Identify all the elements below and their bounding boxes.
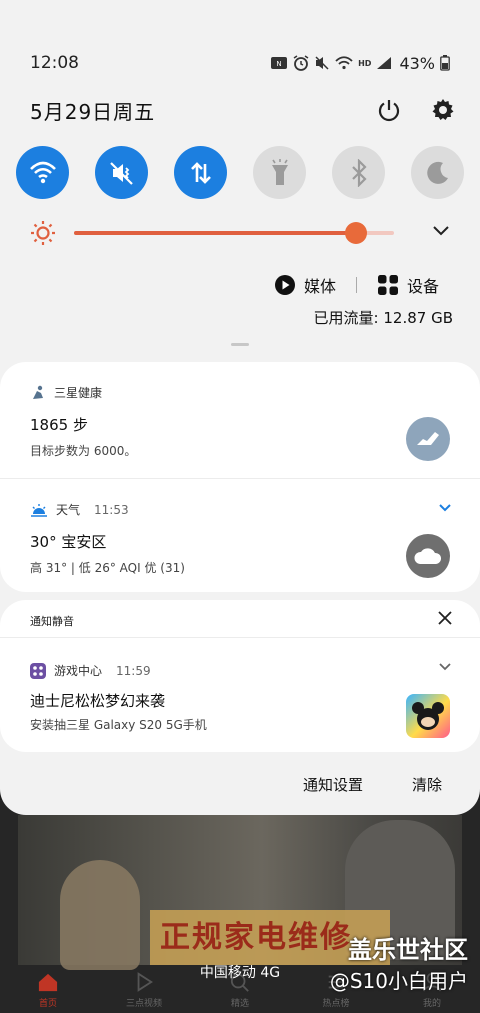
notification-time: 11:53 (94, 502, 129, 517)
devices-grid-icon (378, 275, 399, 295)
date-label[interactable]: 5月29日周五 (30, 96, 155, 125)
toggle-mobile-data[interactable] (174, 146, 227, 199)
shade-actions: 通知设置 清除 (0, 770, 480, 800)
notification-body: 高 31° | 低 26° AQI 优 (31) (30, 561, 185, 575)
brightness-fill (74, 231, 356, 235)
chevron-down-icon[interactable] (438, 503, 452, 513)
game-center-icon (30, 662, 46, 679)
header-actions (377, 98, 455, 122)
brightness-slider[interactable] (74, 222, 394, 244)
game-thumbnail (406, 694, 450, 738)
notification-time: 11:59 (116, 663, 151, 678)
quick-toggles (16, 146, 464, 200)
notification-game-center[interactable]: 游戏中心 11:59 迪士尼松松梦幻来袭 安装抽三星 Galaxy S20 5G… (0, 638, 480, 752)
bg-nav-label: 我的 (422, 999, 441, 1009)
silent-notification-group: 通知静音 游戏中心 11:59 迪士尼松松梦幻来袭 安装抽三星 Galaxy S… (0, 600, 480, 752)
wifi-icon (29, 161, 56, 183)
toggle-wifi[interactable] (16, 146, 69, 199)
silent-group-header: 通知静音 (0, 600, 480, 638)
alarm-icon (293, 55, 309, 71)
samsung-health-icon (33, 385, 43, 399)
notification-title: 迪士尼松松梦幻来袭 (30, 692, 166, 710)
notification-app-name: 游戏中心 (54, 664, 103, 678)
notification-body: 安装抽三星 Galaxy S20 5G手机 (30, 718, 207, 732)
toggle-flashlight[interactable] (253, 146, 306, 199)
brightness-thumb[interactable] (344, 222, 367, 244)
silent-group-title: 通知静音 (30, 615, 74, 628)
date-row: 5月29日周五 (30, 95, 455, 125)
notification-header: 天气 11:53 (30, 501, 129, 518)
hd-icon: HD (358, 58, 372, 68)
nfc-icon: N (271, 57, 288, 69)
toggle-sound[interactable] (95, 146, 148, 199)
status-bar: 12:08 N HD 43% (30, 52, 450, 74)
devices-button[interactable]: 设备 (377, 273, 439, 297)
gear-icon[interactable] (431, 98, 455, 122)
notification-body: 目标步数为 6000。 (30, 444, 137, 458)
data-usage-label: 已用流量: 12.87 GB (313, 309, 453, 327)
chevron-down-icon[interactable] (432, 223, 450, 237)
toggle-night-mode[interactable] (411, 146, 464, 199)
notification-settings-button[interactable]: 通知设置 (303, 774, 363, 795)
devices-label: 设备 (407, 277, 440, 296)
battery-percent: 43% (399, 53, 435, 73)
battery-icon (440, 55, 450, 71)
vibrate-icon (315, 56, 329, 70)
moon-icon (426, 161, 448, 184)
close-icon[interactable] (438, 611, 452, 625)
flashlight-icon (271, 158, 288, 185)
watermark-user: @S10小白用户 (329, 969, 468, 993)
power-icon[interactable] (377, 98, 401, 122)
notification-title: 30° 宝安区 (30, 533, 107, 551)
signal-4g-icon (377, 57, 392, 69)
divider (356, 277, 358, 293)
status-icons: N HD 43% (270, 54, 450, 73)
drag-handle[interactable] (231, 343, 249, 346)
bg-nav-label: 精选 (230, 999, 249, 1009)
notification-header: 游戏中心 11:59 (30, 662, 151, 679)
background-person-left (60, 860, 140, 970)
media-label: 媒体 (304, 277, 337, 296)
notification-app-name: 三星健康 (54, 386, 103, 400)
notification-shade: 12:08 N HD 43% 5月29日周五 媒体 设备 已用流量: 12.87… (0, 0, 480, 815)
bg-nav-label: 三点视频 (125, 999, 162, 1009)
bluetooth-icon (351, 158, 367, 187)
clear-button[interactable]: 清除 (412, 774, 442, 795)
background-banner-text: 正规家电维修 (160, 920, 352, 955)
watermark-title: 盖乐世社区 (348, 936, 468, 964)
notification-weather[interactable]: 天气 11:53 30° 宝安区 高 31° | 低 26° AQI 优 (31… (0, 478, 480, 592)
notification-header: 三星健康 (30, 384, 102, 401)
toggle-bluetooth[interactable] (332, 146, 385, 199)
chevron-down-icon[interactable] (438, 662, 452, 672)
bg-nav-label: 热点榜 (322, 999, 350, 1009)
svg-text:N: N (276, 60, 281, 68)
notification-health[interactable]: 三星健康 1865 步 目标步数为 6000。 (0, 362, 480, 477)
status-clock: 12:08 (30, 53, 79, 73)
notification-app-name: 天气 (56, 503, 81, 517)
background-app: 正规家电维修 首页 三点视频 精选 热点榜 我的 中国移动 4G 盖乐世社区 @… (0, 800, 480, 1013)
shoe-icon (406, 417, 450, 461)
notification-group: 三星健康 1865 步 目标步数为 6000。 天气 11:53 30° 宝安区… (0, 362, 480, 592)
cloud-icon (406, 534, 450, 578)
sun-icon (31, 221, 55, 245)
data-arrows-icon (190, 161, 211, 184)
wifi-icon (335, 56, 353, 70)
vibrate-icon (109, 161, 133, 185)
bg-nav-label: 首页 (38, 999, 57, 1009)
media-device-row: 媒体 设备 (274, 272, 454, 298)
notification-title: 1865 步 (30, 416, 88, 434)
brightness-row (30, 220, 450, 246)
weather-sun-icon (31, 503, 47, 517)
play-circle-icon (275, 275, 295, 295)
media-button[interactable]: 媒体 (274, 273, 336, 297)
